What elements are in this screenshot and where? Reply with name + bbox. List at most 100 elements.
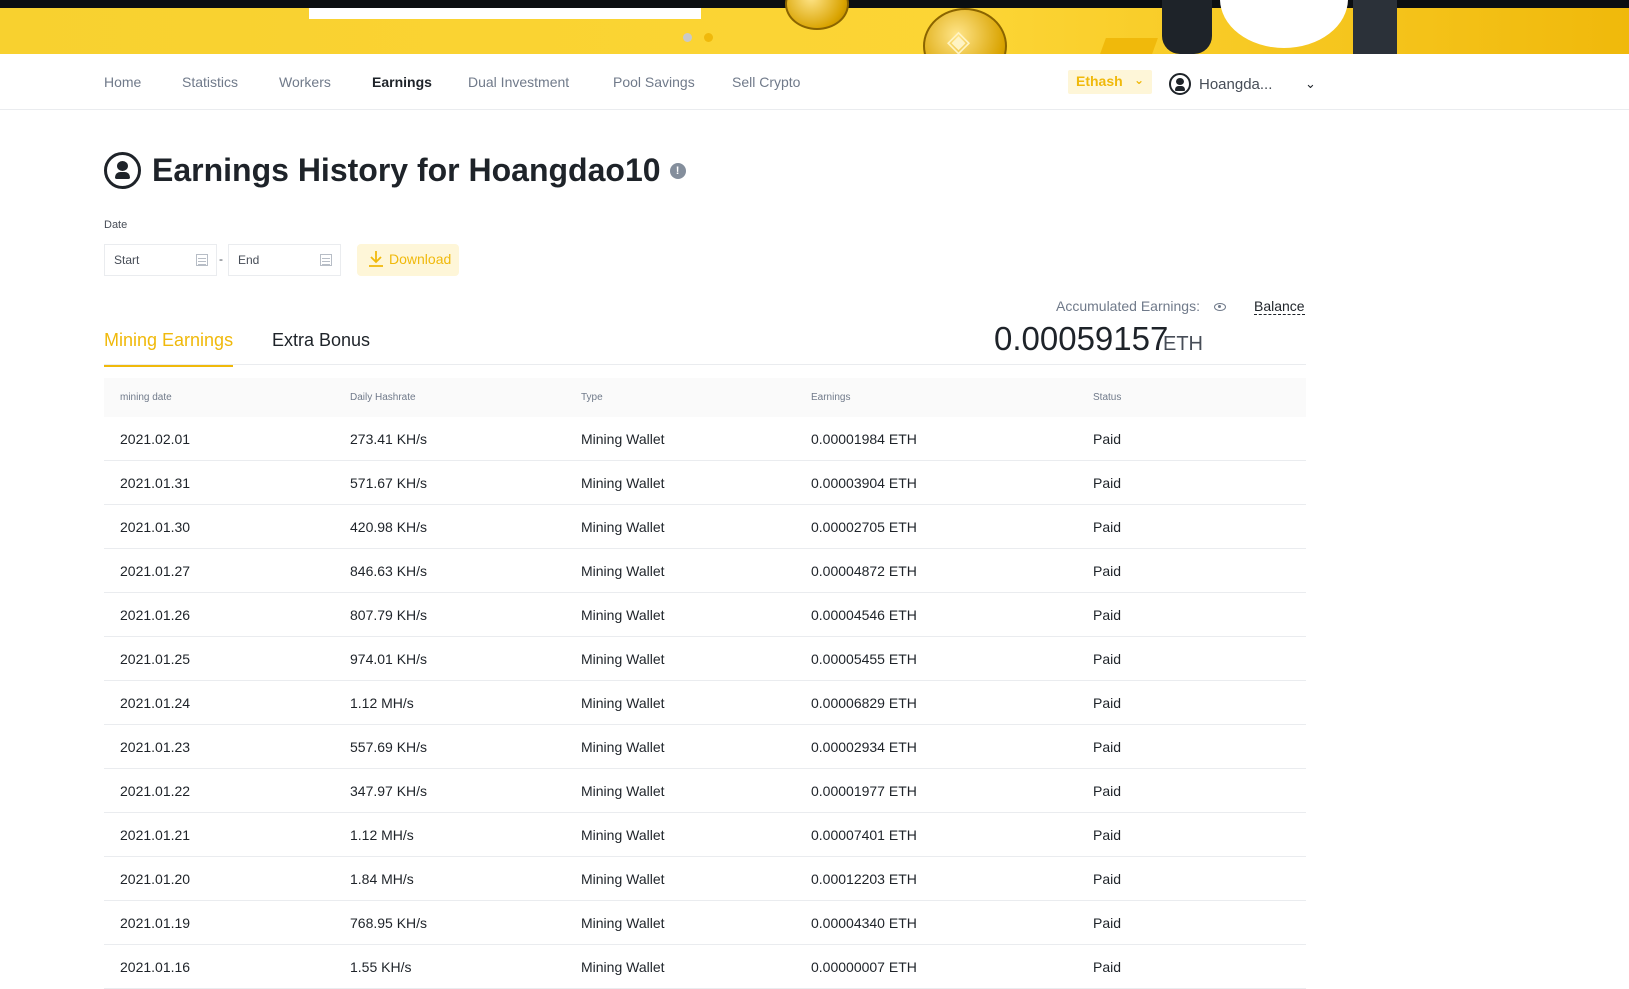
page-title: Earnings History for Hoangdao10 xyxy=(152,152,661,188)
top-nav: Home Statistics Workers Earnings Dual In… xyxy=(0,54,1629,110)
download-label: Download xyxy=(389,251,452,267)
cell-status: Paid xyxy=(1093,739,1122,755)
cell-type: Mining Wallet xyxy=(581,651,665,667)
column-header-type: Type xyxy=(581,392,603,403)
eye-icon[interactable] xyxy=(1214,303,1226,311)
cell-status: Paid xyxy=(1093,915,1122,931)
cell-daily-hashrate: 768.95 KH/s xyxy=(350,915,428,931)
cell-earnings: 0.00002705 ETH xyxy=(811,519,917,535)
user-name: Hoangda... xyxy=(1199,75,1273,93)
table-body: 2021.02.01 273.41 KH/s Mining Wallet 0.0000… xyxy=(104,417,1306,989)
cell-earnings: 0.00003904 ETH xyxy=(811,475,917,491)
table-row: 2021.01.30 420.98 KH/s Mining Wallet 0.0000… xyxy=(104,505,1306,549)
cell-type: Mining Wallet xyxy=(581,475,665,491)
cell-earnings: 0.00001984 ETH xyxy=(811,431,917,447)
info-icon[interactable]: ! xyxy=(669,162,686,179)
cell-status: Paid xyxy=(1093,607,1122,623)
start-date-input[interactable]: Start xyxy=(104,244,217,276)
table-row: 2021.01.19 768.95 KH/s Mining Wallet 0.0000… xyxy=(104,901,1306,945)
cell-daily-hashrate: 974.01 KH/s xyxy=(350,651,428,667)
cell-mining-date: 2021.01.21 xyxy=(120,827,191,843)
nav-earnings[interactable]: Earnings xyxy=(372,74,432,90)
figure-illustration xyxy=(1162,0,1212,54)
balance-link[interactable]: Balance xyxy=(1254,298,1305,315)
date-range-separator: - xyxy=(219,252,223,266)
cell-mining-date: 2021.01.27 xyxy=(120,563,191,579)
cell-type: Mining Wallet xyxy=(581,519,665,535)
chevron-down-icon: ⌄ xyxy=(1133,73,1144,87)
carousel-dot[interactable] xyxy=(683,33,692,42)
cell-mining-date: 2021.01.25 xyxy=(120,651,191,667)
cell-mining-date: 2021.01.24 xyxy=(120,695,191,711)
cell-daily-hashrate: 1.12 MH/s xyxy=(350,695,414,711)
page-header: Earnings History for Hoangdao10 ! xyxy=(104,152,686,189)
cell-status: Paid xyxy=(1093,431,1122,447)
cell-earnings: 0.00004340 ETH xyxy=(811,915,917,931)
cell-earnings: 0.00004872 ETH xyxy=(811,563,917,579)
accumulated-earnings-label: Accumulated Earnings: xyxy=(1056,298,1200,314)
date-label: Date xyxy=(104,219,128,231)
cell-earnings: 0.00005455 ETH xyxy=(811,651,917,667)
end-date-input[interactable]: End xyxy=(228,244,341,276)
table-row: 2021.02.01 273.41 KH/s Mining Wallet 0.0000… xyxy=(104,417,1306,461)
cell-daily-hashrate: 846.63 KH/s xyxy=(350,563,428,579)
nav-workers[interactable]: Workers xyxy=(279,74,331,90)
chevron-down-icon: ⌄ xyxy=(1305,76,1316,91)
cell-mining-date: 2021.01.30 xyxy=(120,519,191,535)
cell-daily-hashrate: 273.41 KH/s xyxy=(350,431,428,447)
cell-daily-hashrate: 807.79 KH/s xyxy=(350,607,428,623)
nav-pool-savings[interactable]: Pool Savings xyxy=(613,74,695,90)
nav-home[interactable]: Home xyxy=(104,74,141,90)
cell-daily-hashrate: 571.67 KH/s xyxy=(350,475,428,491)
cell-daily-hashrate: 347.97 KH/s xyxy=(350,783,428,799)
cell-earnings: 0.00002934 ETH xyxy=(811,739,917,755)
cell-type: Mining Wallet xyxy=(581,959,665,975)
cell-daily-hashrate: 557.69 KH/s xyxy=(350,739,428,755)
cell-status: Paid xyxy=(1093,519,1122,535)
cell-mining-date: 2021.01.22 xyxy=(120,783,191,799)
cell-earnings: 0.00001977 ETH xyxy=(811,783,917,799)
promo-banner[interactable]: ◈ xyxy=(0,0,1629,54)
cell-mining-date: 2021.01.23 xyxy=(120,739,191,755)
download-button[interactable]: Download xyxy=(357,244,459,276)
earnings-table: mining date Daily Hashrate Type Earnings… xyxy=(104,378,1306,989)
figure-illustration xyxy=(1353,0,1397,54)
table-row: 2021.01.27 846.63 KH/s Mining Wallet 0.0000… xyxy=(104,549,1306,593)
cell-earnings: 0.00007401 ETH xyxy=(811,827,917,843)
carousel-dot-active[interactable] xyxy=(704,33,713,42)
coin-illustration xyxy=(785,0,849,30)
cell-mining-date: 2021.01.26 xyxy=(120,607,191,623)
cell-status: Paid xyxy=(1093,871,1122,887)
cell-type: Mining Wallet xyxy=(581,607,665,623)
table-row: 2021.01.26 807.79 KH/s Mining Wallet 0.0000… xyxy=(104,593,1306,637)
download-icon xyxy=(369,251,383,267)
cell-earnings: 0.00000007 ETH xyxy=(811,959,917,975)
tab-mining-earnings[interactable]: Mining Earnings xyxy=(104,330,234,367)
nav-dual-investment[interactable]: Dual Investment xyxy=(468,74,569,90)
cell-status: Paid xyxy=(1093,651,1122,667)
gold-block-illustration xyxy=(1100,38,1158,54)
tab-extra-bonus[interactable]: Extra Bonus xyxy=(272,330,370,351)
user-avatar-icon xyxy=(1169,73,1191,95)
cell-earnings: 0.00006829 ETH xyxy=(811,695,917,711)
cell-mining-date: 2021.01.31 xyxy=(120,475,191,491)
column-header-status: Status xyxy=(1093,392,1122,403)
cell-earnings: 0.00012203 ETH xyxy=(811,871,917,887)
cell-mining-date: 2021.01.16 xyxy=(120,959,191,975)
cell-status: Paid xyxy=(1093,563,1122,579)
cell-mining-date: 2021.01.20 xyxy=(120,871,191,887)
column-header-mining-date: mining date xyxy=(120,392,172,403)
user-menu[interactable]: Hoangda... ⌄ xyxy=(1169,72,1316,96)
nav-statistics[interactable]: Statistics xyxy=(182,74,238,90)
calendar-icon xyxy=(320,254,332,266)
algorithm-selector[interactable]: Ethash ⌄ xyxy=(1068,70,1152,94)
table-row: 2021.01.24 1.12 MH/s Mining Wallet 0.000068… xyxy=(104,681,1306,725)
cell-status: Paid xyxy=(1093,959,1122,975)
cell-status: Paid xyxy=(1093,827,1122,843)
table-row: 2021.01.20 1.84 MH/s Mining Wallet 0.000122… xyxy=(104,857,1306,901)
earnings-tabs: Mining Earnings Extra Bonus xyxy=(104,318,1306,367)
start-date-placeholder: Start xyxy=(114,253,140,267)
nav-sell-crypto[interactable]: Sell Crypto xyxy=(732,74,800,90)
cell-type: Mining Wallet xyxy=(581,431,665,447)
user-account-icon xyxy=(104,152,141,189)
